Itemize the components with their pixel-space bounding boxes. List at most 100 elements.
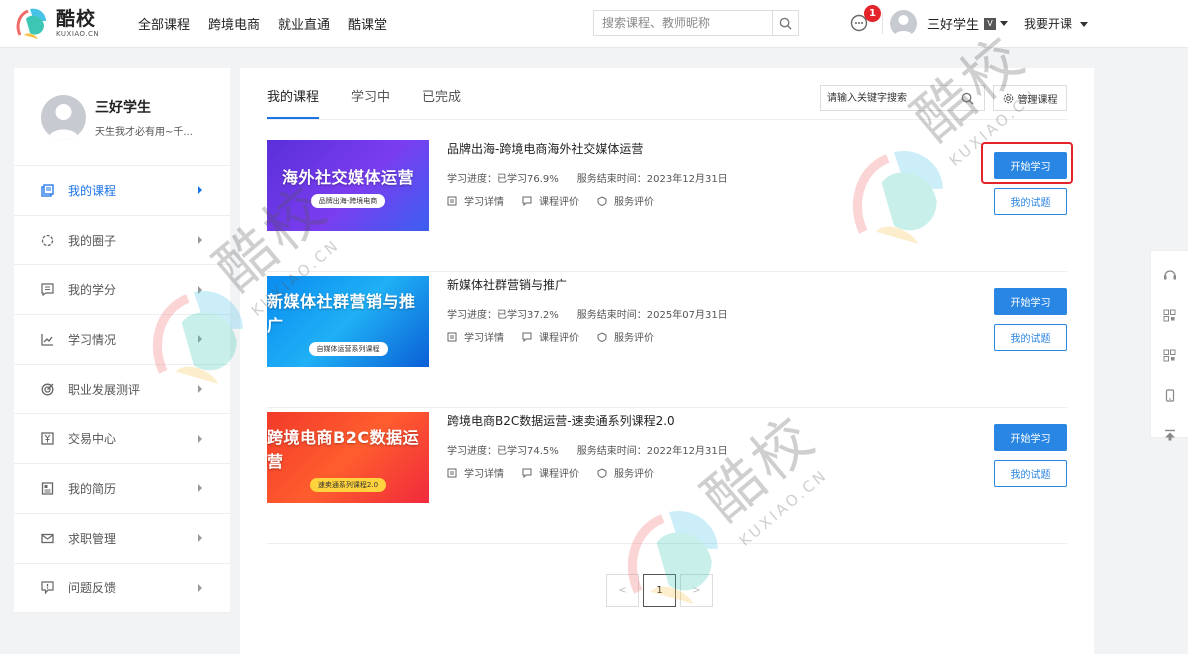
tab-completed[interactable]: 已完成 bbox=[422, 86, 461, 119]
sidebar-item-label: 职业发展测评 bbox=[68, 382, 141, 397]
chevron-down-icon bbox=[1000, 21, 1009, 26]
avatar bbox=[890, 10, 917, 37]
document-icon bbox=[447, 468, 457, 477]
target-icon bbox=[40, 382, 54, 396]
sidebar: 三好学生 天生我才必有用~千... 我的课程 我的圈子 我的学分 学习情况 职业… bbox=[14, 68, 230, 614]
nav-employment[interactable]: 就业直通 bbox=[278, 14, 330, 33]
sidebar-item-label: 我的学分 bbox=[68, 283, 117, 298]
course-title[interactable]: 新媒体社群营销与推广 bbox=[447, 276, 567, 293]
course-thumbnail[interactable]: 跨境电商B2C数据运营 速卖通系列课程2.0 bbox=[267, 412, 429, 503]
sidebar-item-credits[interactable]: 我的学分 bbox=[14, 265, 230, 316]
search-input[interactable] bbox=[594, 11, 773, 35]
avatar[interactable] bbox=[41, 95, 86, 140]
message-count-badge: 1 bbox=[864, 5, 881, 22]
logo-mark-icon bbox=[14, 5, 50, 41]
course-eval-link[interactable]: 课程评价 bbox=[522, 465, 579, 480]
chevron-right-icon bbox=[198, 385, 202, 394]
sidebar-item-label: 学习情况 bbox=[68, 332, 117, 347]
manage-courses-button[interactable]: 管理课程 bbox=[993, 85, 1067, 111]
circle-icon bbox=[40, 233, 54, 247]
my-quiz-button[interactable]: 我的试题 bbox=[994, 324, 1067, 351]
sidebar-item-transactions[interactable]: 交易中心 bbox=[14, 414, 230, 465]
nav-all-courses[interactable]: 全部课程 bbox=[138, 14, 190, 33]
search-button[interactable] bbox=[772, 11, 798, 35]
tabs-divider bbox=[267, 119, 1067, 120]
chevron-right-icon bbox=[198, 285, 202, 294]
nav-ku-classroom[interactable]: 酷课堂 bbox=[348, 14, 387, 33]
thumbnail-title: 新媒体社群营销与推广 bbox=[267, 291, 416, 335]
course-end-date: 服务结束时间：2023年12月31日 bbox=[576, 174, 728, 185]
credit-icon bbox=[40, 283, 54, 297]
mobile-icon[interactable] bbox=[1151, 379, 1188, 411]
user-menu[interactable]: 三好学生 V bbox=[890, 10, 1009, 37]
comment-icon bbox=[522, 332, 532, 342]
main-nav: 全部课程 跨境电商 就业直通 酷课堂 bbox=[138, 14, 387, 33]
sidebar-item-job-management[interactable]: 求职管理 bbox=[14, 514, 230, 564]
resume-icon bbox=[40, 481, 54, 495]
logo-text: 酷校 bbox=[56, 7, 97, 30]
document-icon bbox=[447, 196, 457, 205]
page-1-button[interactable]: 1 bbox=[643, 574, 676, 607]
chart-icon bbox=[40, 332, 54, 346]
nav-cross-border[interactable]: 跨境电商 bbox=[208, 14, 260, 33]
course-tabs: 我的课程 学习中 已完成 bbox=[267, 86, 493, 119]
course-title[interactable]: 跨境电商B2C数据运营-速卖通系列课程2.0 bbox=[447, 412, 675, 429]
course-title[interactable]: 品牌出海-跨境电商海外社交媒体运营 bbox=[447, 140, 643, 157]
profile-name: 三好学生 bbox=[95, 100, 151, 116]
course-eval-link[interactable]: 课程评价 bbox=[522, 193, 579, 208]
sidebar-item-feedback[interactable]: 问题反馈 bbox=[14, 564, 230, 614]
sidebar-item-resume[interactable]: 我的简历 bbox=[14, 464, 230, 514]
course-links: 学习详情 课程评价 服务评价 bbox=[447, 329, 654, 344]
tab-learning[interactable]: 学习中 bbox=[351, 86, 390, 119]
next-page-button[interactable]: > bbox=[680, 574, 713, 607]
teach-menu[interactable]: 我要开课 bbox=[1024, 15, 1088, 32]
start-learning-button[interactable]: 开始学习 bbox=[994, 424, 1067, 451]
course-links: 学习详情 课程评价 服务评价 bbox=[447, 193, 654, 208]
start-learning-button[interactable]: 开始学习 bbox=[994, 152, 1067, 179]
study-detail-link[interactable]: 学习详情 bbox=[447, 465, 504, 480]
service-eval-link[interactable]: 服务评价 bbox=[597, 193, 654, 208]
course-eval-link[interactable]: 课程评价 bbox=[522, 329, 579, 344]
customer-service-icon[interactable] bbox=[1151, 259, 1188, 291]
thumbnail-subtitle: 速卖通系列课程2.0 bbox=[309, 477, 387, 492]
course-progress: 学习进度：已学习74.5% bbox=[447, 446, 559, 457]
service-eval-link[interactable]: 服务评价 bbox=[597, 465, 654, 480]
course-end-date: 服务结束时间：2025年07月31日 bbox=[576, 310, 728, 321]
chevron-right-icon bbox=[198, 583, 202, 592]
thumbnail-subtitle: 自媒体运营系列课程 bbox=[308, 341, 388, 356]
search-box bbox=[593, 10, 799, 36]
prev-page-button[interactable]: < bbox=[606, 574, 639, 607]
my-quiz-button[interactable]: 我的试题 bbox=[994, 188, 1067, 215]
course-thumbnail[interactable]: 新媒体社群营销与推广 自媒体运营系列课程 bbox=[267, 276, 429, 367]
sidebar-item-career-assessment[interactable]: 职业发展测评 bbox=[14, 365, 230, 415]
logo[interactable]: 酷校 KUXIAO.CN bbox=[14, 5, 99, 41]
my-quiz-button[interactable]: 我的试题 bbox=[994, 460, 1067, 487]
back-to-top-icon[interactable] bbox=[1151, 419, 1188, 451]
study-detail-link[interactable]: 学习详情 bbox=[447, 329, 504, 344]
feedback-icon bbox=[40, 581, 54, 595]
thumbnail-title: 跨境电商B2C数据运营 bbox=[267, 427, 420, 471]
keyword-search-input[interactable] bbox=[821, 87, 961, 109]
course-meta: 学习进度：已学习37.2% 服务结束时间：2025年07月31日 bbox=[447, 306, 728, 321]
sidebar-item-my-courses[interactable]: 我的课程 bbox=[14, 166, 230, 216]
profile-signature: 天生我才必有用~千... bbox=[95, 127, 193, 138]
start-learning-button[interactable]: 开始学习 bbox=[994, 288, 1067, 315]
qr-code-icon[interactable] bbox=[1151, 299, 1188, 331]
sidebar-item-label: 我的圈子 bbox=[68, 233, 117, 248]
chevron-right-icon bbox=[198, 434, 202, 443]
sidebar-item-label: 我的课程 bbox=[68, 183, 117, 198]
sidebar-item-label: 求职管理 bbox=[68, 531, 117, 546]
sidebar-item-circles[interactable]: 我的圈子 bbox=[14, 216, 230, 266]
course-end-date: 服务结束时间：2022年12月31日 bbox=[576, 446, 728, 457]
course-item: 海外社交媒体运营 品牌出海-跨境电商 品牌出海-跨境电商海外社交媒体运营 学习进… bbox=[267, 136, 1073, 272]
qr-code-icon[interactable] bbox=[1151, 339, 1188, 371]
vip-badge: V bbox=[984, 17, 997, 30]
main-panel: 我的课程 学习中 已完成 管理课程 海外社交媒体运营 品牌出海-跨境电商 品牌出… bbox=[240, 68, 1094, 654]
service-eval-link[interactable]: 服务评价 bbox=[597, 329, 654, 344]
course-progress: 学习进度：已学习76.9% bbox=[447, 174, 559, 185]
study-detail-link[interactable]: 学习详情 bbox=[447, 193, 504, 208]
tab-my-courses[interactable]: 我的课程 bbox=[267, 86, 320, 119]
course-thumbnail[interactable]: 海外社交媒体运营 品牌出海-跨境电商 bbox=[267, 140, 429, 231]
sidebar-item-learning-status[interactable]: 学习情况 bbox=[14, 315, 230, 365]
search-icon[interactable] bbox=[961, 92, 974, 105]
